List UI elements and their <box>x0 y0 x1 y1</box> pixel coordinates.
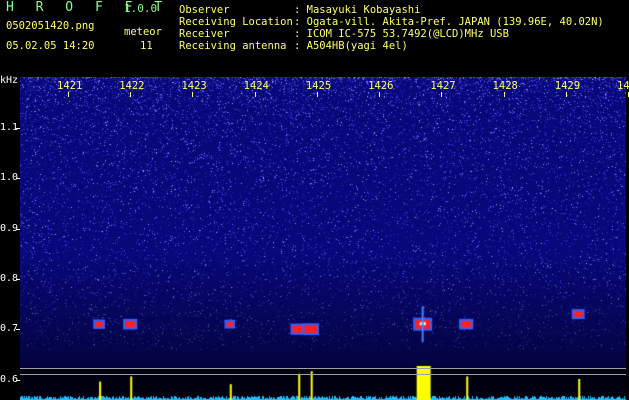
y-axis-unit: kHz <box>0 75 19 86</box>
x-tick <box>130 92 132 97</box>
x-tick-label: 1429 <box>554 80 581 92</box>
location-value: : Ogata-vill. Akita-Pref. JAPAN (139.96E… <box>294 16 604 28</box>
receiver-label: Receiver <box>179 28 230 40</box>
y-tick <box>16 278 20 280</box>
observer-label: Observer <box>179 4 230 16</box>
x-tick-label: 1421 <box>57 80 83 92</box>
observer-value: : Masayuki Kobayashi <box>294 4 421 16</box>
receiver-value: : ICOM IC-575 53.7492(@LCD)MHz USB <box>294 28 509 40</box>
x-tick-label: 1422 <box>119 80 145 92</box>
x-tick-label: 1425 <box>305 80 332 92</box>
y-tick <box>16 228 20 230</box>
antenna-value: : A504HB(yagi 4el) <box>294 40 408 52</box>
y-tick <box>16 128 20 129</box>
x-tick <box>441 92 443 97</box>
reference-line <box>20 374 626 376</box>
x-tick <box>565 92 567 97</box>
meteor-label: meteor <box>124 26 162 38</box>
y-tick <box>16 178 20 180</box>
x-tick-label: 1427 <box>430 80 456 92</box>
location-label: Receiving Location <box>179 16 293 28</box>
file-name: 0502051420.png <box>6 20 95 32</box>
app-version: 1.0.0 <box>124 2 158 15</box>
antenna-label: Receiving antenna <box>179 40 287 52</box>
spectrogram-canvas <box>20 77 626 400</box>
x-tick-label: 1424 <box>243 80 269 92</box>
header-panel: H R O F F T 1.0.0 0502051420.png meteor … <box>0 0 629 76</box>
x-tick <box>379 92 381 97</box>
x-tick-label: 1428 <box>492 80 518 92</box>
reference-line <box>20 367 626 369</box>
x-tick <box>503 92 505 97</box>
x-tick <box>316 92 318 97</box>
meteor-count: 11 <box>140 40 153 52</box>
x-tick <box>192 92 194 97</box>
y-tick <box>16 379 20 381</box>
x-tick-label: 1426 <box>368 80 394 92</box>
spectrogram-plot <box>20 77 626 400</box>
y-tick <box>16 329 20 331</box>
timestamp: 05.02.05 14:20 <box>6 40 95 52</box>
x-tick-label: 1430 <box>617 80 629 92</box>
x-tick-label: 1423 <box>181 80 207 92</box>
x-tick <box>68 92 69 97</box>
x-tick <box>254 92 256 97</box>
